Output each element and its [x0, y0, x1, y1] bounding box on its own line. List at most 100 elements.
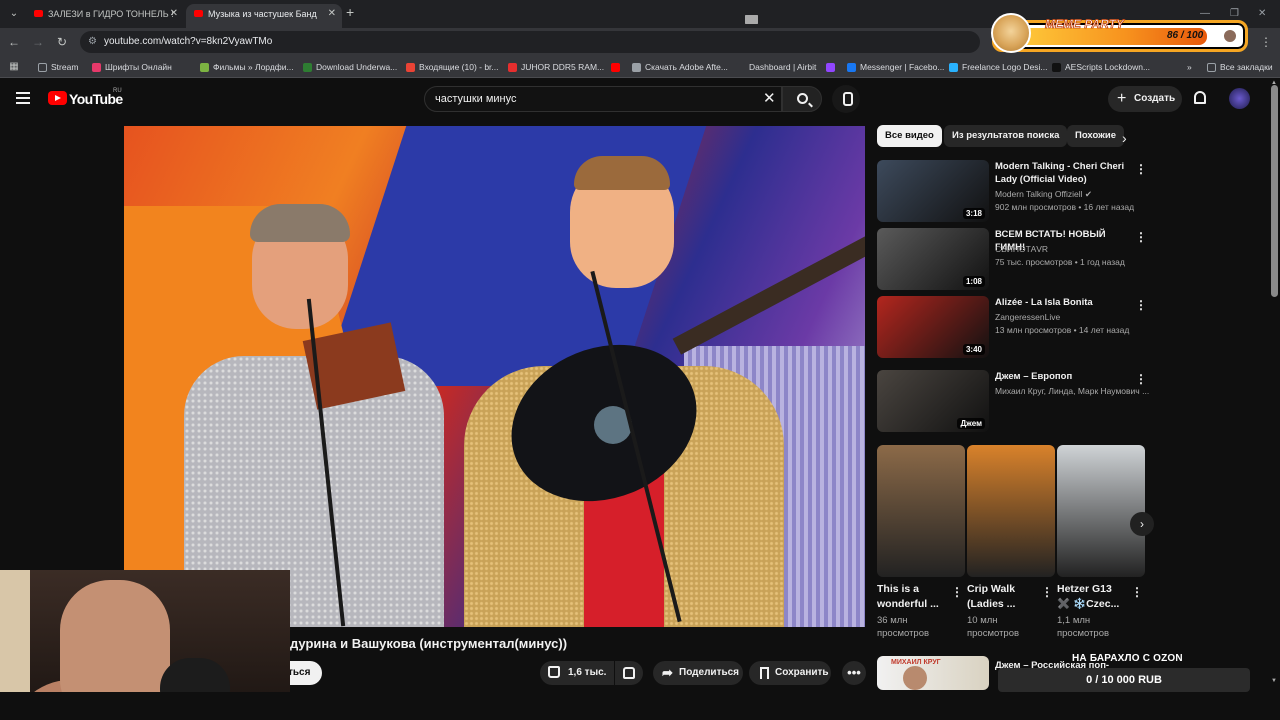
short-title[interactable]: This is a wonderful ...: [877, 582, 947, 612]
create-button[interactable]: + Создать: [1108, 86, 1182, 112]
video-meta: 75 тыс. просмотров • 1 год назад: [995, 257, 1125, 267]
thumbnail-face: [903, 666, 927, 690]
keyboard-icon[interactable]: [745, 15, 758, 24]
save-label: Сохранить: [775, 667, 829, 678]
short-title[interactable]: Hetzer G13 ✖️ ❄️Czec...: [1057, 582, 1127, 612]
apps-grid-icon[interactable]: ▦: [6, 59, 22, 75]
bookmark-label: Фильмы » Лордфи...: [213, 62, 294, 72]
notifications-bell-icon[interactable]: [1194, 91, 1206, 104]
recommendation-item[interactable]: 3:40 Alizée - La Isla Bonita ZangeressenLi…: [877, 296, 1147, 358]
shorts-next-chevron-icon[interactable]: ›: [1130, 512, 1154, 536]
save-button[interactable]: Сохранить: [749, 661, 831, 685]
chips-next-chevron-icon[interactable]: ›: [1122, 130, 1127, 146]
short-menu-icon[interactable]: ⋮: [1131, 585, 1143, 599]
subscribe-label: ться: [288, 667, 311, 678]
address-bar[interactable]: ⚙ youtube.com/watch?v=8kn2VyawTMo: [80, 31, 980, 53]
chip-similar[interactable]: Похожие: [1067, 125, 1124, 147]
recommendation-thumbnail[interactable]: 3:40: [877, 296, 989, 358]
site-info-icon[interactable]: ⚙: [88, 31, 97, 53]
scroll-down-arrow-icon[interactable]: ▼: [1271, 678, 1277, 684]
recommendation-title[interactable]: Джем – Европоп: [995, 370, 1133, 383]
bookmark-item[interactable]: Входящие (10) - br...: [406, 60, 499, 74]
recommendation-thumbnail[interactable]: Джем: [877, 370, 989, 432]
recommendation-title[interactable]: Alizée - La Isla Bonita: [995, 296, 1133, 309]
bookmark-item[interactable]: Download Underwa...: [303, 60, 397, 74]
bookmark-item[interactable]: Stream: [38, 60, 78, 74]
tab-close-icon[interactable]: ✕: [328, 4, 336, 24]
recommendation-menu-icon[interactable]: ⋮: [1135, 162, 1147, 176]
back-arrow-icon[interactable]: ←: [6, 34, 22, 50]
search-button[interactable]: [782, 86, 822, 112]
bookmark-label: Messenger | Facebo...: [860, 62, 945, 72]
film-icon: [200, 63, 209, 72]
bookmarks-overflow-icon[interactable]: »: [1174, 60, 1192, 74]
hamburger-menu-icon[interactable]: [16, 92, 30, 104]
all-bookmarks[interactable]: Все закладки: [1207, 60, 1273, 74]
share-label: Поделиться: [679, 667, 740, 678]
recommendation-title[interactable]: Modern Talking - Cheri Cheri Lady (Offic…: [995, 160, 1133, 186]
aescripts-icon: [1052, 63, 1061, 72]
recommendation-menu-icon[interactable]: ⋮: [1135, 298, 1147, 312]
short-thumbnail[interactable]: [1057, 445, 1145, 577]
region-code: RU: [113, 88, 122, 94]
bookmark-item[interactable]: AEScripts Lockdown...: [1052, 60, 1150, 74]
account-avatar[interactable]: [1229, 88, 1250, 109]
tab-close-icon[interactable]: ✕: [170, 4, 178, 24]
recommendation-menu-icon[interactable]: ⋮: [1135, 230, 1147, 244]
youtube-logo-icon[interactable]: [48, 91, 67, 105]
short-menu-icon[interactable]: ⋮: [951, 585, 963, 599]
all-bookmarks-label: Все закладки: [1220, 62, 1273, 72]
browser-tab[interactable]: ЗАЛЕЗИ в ГИДРО ТОННЕЛЬ ! ✕: [26, 4, 184, 28]
chip-from-search[interactable]: Из результатов поиска: [944, 125, 1068, 147]
bookmark-item[interactable]: Шрифты Онлайн: [92, 60, 172, 74]
minimize-icon[interactable]: —: [1200, 8, 1210, 19]
video-player[interactable]: [124, 126, 865, 627]
clear-search-icon[interactable]: ✕: [763, 89, 776, 107]
browser-menu-icon[interactable]: ⋮: [1258, 34, 1274, 50]
performer-right-hair: [574, 156, 670, 190]
youtube-icon: [611, 63, 620, 72]
window-close-icon[interactable]: ✕: [1258, 8, 1266, 19]
twitch-icon: [826, 63, 835, 72]
search-input[interactable]: частушки минус: [424, 86, 782, 112]
recommendation-item[interactable]: 3:18 Modern Talking - Cheri Cheri Lady (O…: [877, 160, 1147, 222]
scrollbar-thumb[interactable]: [1271, 85, 1278, 297]
channel-name[interactable]: Modern Talking Offiziell ✔: [995, 189, 1092, 200]
recommendation-item[interactable]: Джем Джем – Европоп Михаил Круг, Линда, Ма…: [877, 370, 1149, 432]
short-views: 36 млн просмотров: [877, 615, 930, 639]
forward-arrow-icon[interactable]: →: [30, 34, 46, 50]
bookmark-item[interactable]: JUHOR DDR5 RAM...: [508, 60, 604, 74]
short-thumbnail[interactable]: [967, 445, 1055, 577]
doge-icon: [991, 13, 1031, 53]
chip-all[interactable]: Все видео: [877, 125, 942, 147]
recommendation-thumbnail[interactable]: МИХАИЛ КРУГ: [877, 656, 989, 690]
bookmark-item[interactable]: Скачать Adobe Afte...: [632, 60, 728, 74]
short-title[interactable]: Crip Walk (Ladies ...: [967, 582, 1037, 612]
more-actions-button[interactable]: •••: [842, 661, 866, 685]
bookmark-item[interactable]: Фильмы » Лордфи...: [200, 60, 294, 74]
recommendation-thumbnail[interactable]: 3:18: [877, 160, 989, 222]
like-count: 1,6 тыс.: [568, 667, 607, 678]
channel-name[interactable]: СВИНОТАVR: [995, 244, 1048, 254]
channel-name[interactable]: ZangeressenLive: [995, 312, 1060, 322]
short-menu-icon[interactable]: ⋮: [1041, 585, 1053, 599]
bookmark-item[interactable]: Messenger | Facebo...: [847, 60, 944, 74]
maximize-icon[interactable]: ❐: [1230, 8, 1239, 19]
recommendation-thumbnail[interactable]: 1:08: [877, 228, 989, 290]
channel-name[interactable]: Михаил Круг, Линда, Марк Наумович ...: [995, 386, 1149, 396]
new-tab-plus-icon[interactable]: +: [346, 4, 354, 20]
bookmark-label: Скачать Adobe Afte...: [645, 62, 728, 72]
bookmark-item[interactable]: Dashboard | Airbit: [736, 60, 816, 74]
performer-left-hair: [250, 204, 350, 242]
dislike-button[interactable]: [615, 661, 643, 685]
browser-tab-active[interactable]: Музыка из частушек Банд ✕: [186, 4, 342, 28]
voice-search-mic-icon[interactable]: [832, 85, 860, 113]
bookmark-item[interactable]: Freelance Logo Desi...: [949, 60, 1048, 74]
tab-search-chevron-icon[interactable]: ⌄: [6, 6, 22, 22]
recommendation-menu-icon[interactable]: ⋮: [1135, 372, 1147, 386]
reload-icon[interactable]: ↻: [54, 34, 70, 50]
short-thumbnail[interactable]: [877, 445, 965, 577]
like-button[interactable]: 1,6 тыс.: [540, 661, 614, 685]
share-button[interactable]: ➦ Поделиться: [653, 661, 743, 685]
recommendation-item[interactable]: 1:08 ВСЕМ ВСТАТЬ! НОВЫЙ ГИМН! СВИНОТАVR 75 …: [877, 228, 1147, 290]
